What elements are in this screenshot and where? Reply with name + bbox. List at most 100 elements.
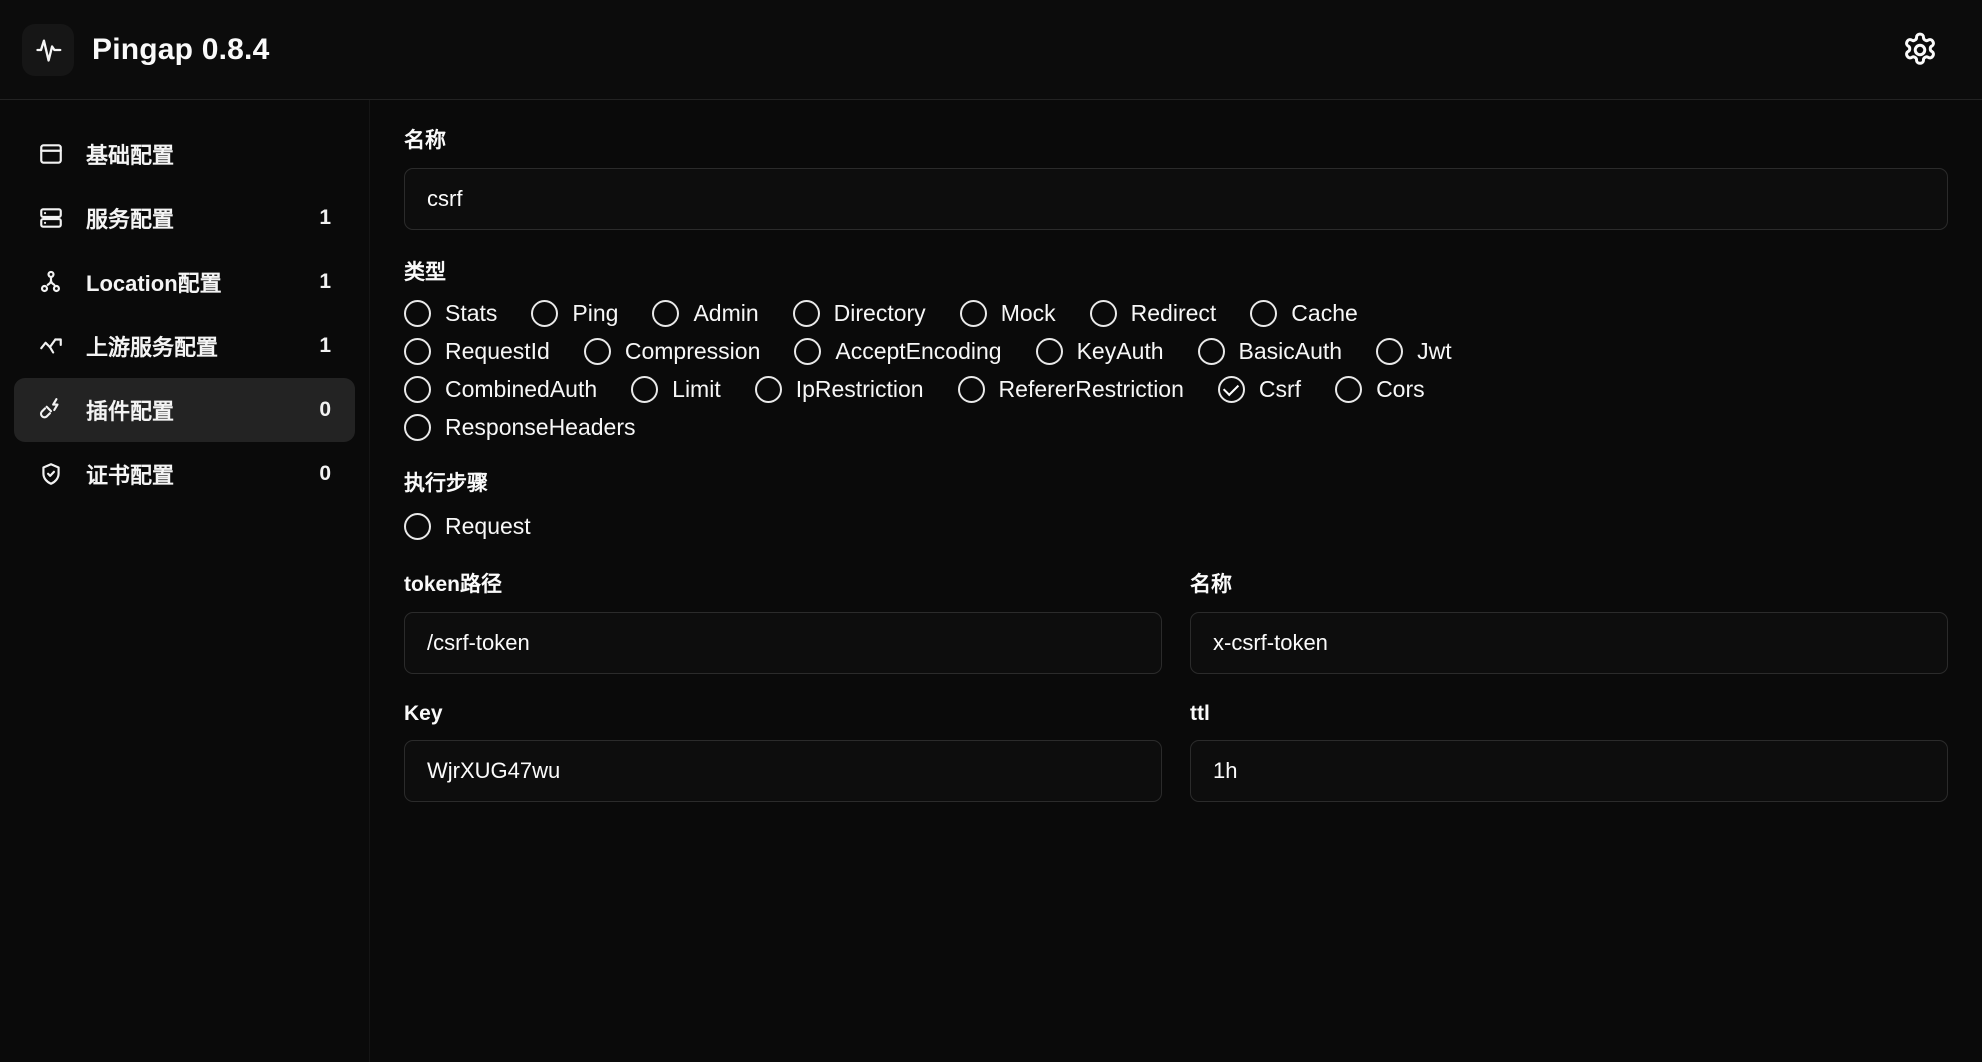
gear-icon[interactable]	[1892, 22, 1948, 78]
radio-option-responseheaders[interactable]: ResponseHeaders	[404, 414, 636, 441]
radio-option-acceptencoding[interactable]: AcceptEncoding	[794, 338, 1002, 365]
sidebar-item-count: 1	[319, 270, 331, 293]
radio-label: Compression	[624, 338, 761, 364]
radio-label: ResponseHeaders	[445, 414, 636, 440]
radio-circle-icon	[794, 338, 822, 365]
radio-circle-icon	[1250, 300, 1278, 327]
radio-label: Redirect	[1130, 300, 1217, 326]
sidebar-item-label: 插件配置	[86, 399, 175, 424]
type-radio-row: RequestId Compression AcceptEncoding Key…	[404, 338, 1948, 365]
radio-circle-icon	[404, 376, 431, 403]
radio-option-admin[interactable]: Admin	[652, 300, 759, 327]
radio-option-keyauth[interactable]: KeyAuth	[1035, 338, 1164, 365]
name-field-group: 名称	[404, 124, 1948, 230]
ttl-label: ttl	[1190, 702, 1210, 725]
radio-option-mock[interactable]: Mock	[959, 300, 1056, 327]
sidebar-item-label: 上游服务配置	[86, 335, 219, 360]
window-layout-icon	[36, 139, 66, 169]
radio-label: RequestId	[445, 338, 550, 364]
radio-option-iprestriction[interactable]: IpRestriction	[754, 376, 924, 403]
radio-circle-icon	[583, 338, 611, 365]
radio-circle-icon	[1335, 376, 1363, 403]
radio-circle-icon	[792, 300, 820, 327]
radio-label: Cors	[1376, 376, 1425, 402]
radio-option-basicauth[interactable]: BasicAuth	[1197, 338, 1343, 365]
brand: Pingap 0.8.4	[22, 23, 269, 76]
radio-option-cors[interactable]: Cors	[1335, 376, 1425, 403]
sidebar-item-label: Location配置	[86, 271, 222, 296]
radio-label: RefererRestriction	[998, 376, 1184, 402]
token-name-input[interactable]	[1190, 612, 1948, 674]
radio-circle-icon	[957, 376, 985, 403]
type-radio-group: Stats Ping Admin Directory Mock Redirect…	[404, 300, 1948, 441]
sidebar-item-upstream-config[interactable]: 上游服务配置 1	[14, 314, 355, 378]
type-radio-row: Stats Ping Admin Directory Mock Redirect…	[404, 300, 1948, 327]
radio-option-request[interactable]: Request	[404, 513, 531, 540]
sidebar-item-location-config[interactable]: Location配置 1	[14, 250, 355, 314]
sidebar-item-count: 0	[319, 462, 331, 485]
steps-radio-group: Request	[404, 513, 1948, 540]
radio-label: Csrf	[1258, 376, 1302, 402]
radio-circle-icon	[404, 338, 431, 365]
radio-option-refererrestriction[interactable]: RefererRestriction	[957, 376, 1184, 403]
token-name-field-group: 名称	[1190, 568, 1948, 674]
type-section-label: 类型	[404, 261, 446, 284]
server-icon	[36, 203, 66, 233]
steps-section-label: 执行步骤	[404, 472, 488, 495]
token-row: token路径 名称	[404, 568, 1948, 674]
app-body: 基础配置 服务配置 1 Location配置 1 上游服务配置 1 插件配置 0…	[0, 100, 1982, 1062]
radio-label: BasicAuth	[1238, 338, 1343, 364]
radio-check-icon	[1217, 376, 1245, 403]
radio-label: CombinedAuth	[445, 376, 598, 402]
radio-circle-icon	[531, 300, 559, 327]
type-radio-row: ResponseHeaders	[404, 414, 1948, 441]
key-field-group: Key	[404, 702, 1162, 802]
key-input[interactable]	[404, 740, 1162, 802]
radio-label: Stats	[445, 300, 498, 326]
ttl-field-group: ttl	[1190, 702, 1948, 802]
radio-option-limit[interactable]: Limit	[631, 376, 721, 403]
sidebar-item-basic-config[interactable]: 基础配置	[14, 122, 355, 186]
radio-circle-icon	[404, 300, 431, 327]
name-input[interactable]	[404, 168, 1948, 230]
sidebar-item-certificate-config[interactable]: 证书配置 0	[14, 442, 355, 506]
radio-option-redirect[interactable]: Redirect	[1089, 300, 1217, 327]
radio-option-stats[interactable]: Stats	[404, 300, 497, 327]
main-content: 名称 类型 Stats Ping	[370, 100, 1982, 1062]
activity-pulse-icon	[22, 23, 74, 76]
radio-circle-icon	[652, 300, 680, 327]
type-radio-row: CombinedAuth Limit IpRestriction Referer…	[404, 376, 1948, 403]
sidebar-item-service-config[interactable]: 服务配置 1	[14, 186, 355, 250]
token-path-input[interactable]	[404, 612, 1162, 674]
radio-option-combinedauth[interactable]: CombinedAuth	[404, 376, 597, 403]
key-label: Key	[404, 702, 443, 725]
sidebar-item-plugin-config[interactable]: 插件配置 0	[14, 378, 355, 442]
radio-option-ping[interactable]: Ping	[531, 300, 618, 327]
key-ttl-row: Key ttl	[404, 702, 1948, 802]
radio-label: Ping	[572, 300, 619, 326]
radio-circle-icon	[1376, 338, 1404, 365]
radio-option-requestid[interactable]: RequestId	[404, 338, 550, 365]
radio-option-directory[interactable]: Directory	[792, 300, 926, 327]
radio-option-csrf[interactable]: Csrf	[1217, 376, 1302, 403]
radio-circle-icon	[1035, 338, 1063, 365]
radio-circle-icon	[404, 414, 431, 441]
token-name-label: 名称	[1190, 573, 1232, 596]
app-header: Pingap 0.8.4	[0, 0, 1982, 100]
radio-option-jwt[interactable]: Jwt	[1376, 338, 1452, 365]
name-field-label: 名称	[404, 129, 446, 152]
sidebar-item-label: 服务配置	[86, 207, 175, 232]
radio-label: Limit	[672, 376, 721, 402]
radio-circle-icon	[1197, 338, 1225, 365]
radio-option-compression[interactable]: Compression	[583, 338, 761, 365]
sidebar: 基础配置 服务配置 1 Location配置 1 上游服务配置 1 插件配置 0…	[0, 100, 370, 1062]
ttl-input[interactable]	[1190, 740, 1948, 802]
radio-label: KeyAuth	[1076, 338, 1164, 364]
sidebar-item-count: 1	[319, 206, 331, 229]
radio-circle-icon	[1089, 300, 1117, 327]
radio-label: Directory	[833, 300, 926, 326]
radio-label: AcceptEncoding	[835, 338, 1002, 364]
radio-option-cache[interactable]: Cache	[1250, 300, 1358, 327]
radio-circle-icon	[754, 376, 782, 403]
steps-radio-row: Request	[404, 513, 1948, 540]
